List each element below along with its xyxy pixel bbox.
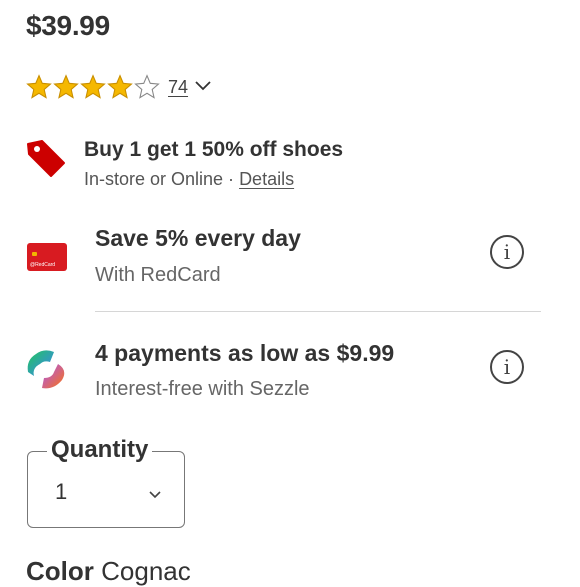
- product-price: $39.99: [26, 10, 110, 41]
- promo-title: Buy 1 get 1 50% off shoes: [84, 138, 344, 161]
- divider: [95, 311, 541, 312]
- star-filled-icon: [53, 74, 79, 100]
- quantity-value[interactable]: 1: [55, 479, 67, 505]
- star-filled-icon: [26, 74, 52, 100]
- price-tag-icon: [26, 138, 66, 183]
- redcard-subtitle: With RedCard: [95, 264, 221, 286]
- chevron-down-icon[interactable]: [195, 78, 211, 96]
- sezzle-subtitle: Interest-free with Sezzle: [95, 378, 310, 400]
- redcard-info-icon[interactable]: i: [490, 235, 524, 269]
- star-filled-icon: [107, 74, 133, 100]
- quantity-label: Quantity: [47, 436, 153, 464]
- sezzle-logo-icon: [26, 348, 68, 397]
- star-empty-icon: [134, 74, 160, 100]
- review-count-link[interactable]: 74: [168, 77, 188, 98]
- redcard-card-label: @RedCard: [30, 262, 56, 268]
- star-rating: [26, 74, 160, 100]
- chevron-down-icon[interactable]: [149, 486, 161, 504]
- star-filled-icon: [80, 74, 106, 100]
- color-selection: Color Cognac: [26, 556, 191, 587]
- color-value: Cognac: [101, 556, 191, 586]
- redcard-title: Save 5% every day: [95, 225, 301, 251]
- rating-summary[interactable]: 74: [26, 73, 211, 101]
- promo-availability: In-store or Online · Details: [84, 169, 294, 190]
- sezzle-info-icon[interactable]: i: [490, 350, 524, 384]
- color-label: Color: [26, 556, 94, 586]
- sezzle-title: 4 payments as low as $9.99: [95, 340, 395, 366]
- promo-channel-text: In-store or Online ·: [84, 169, 240, 189]
- redcard-icon: @RedCard: [27, 243, 67, 271]
- promo-details-link[interactable]: Details: [239, 169, 294, 189]
